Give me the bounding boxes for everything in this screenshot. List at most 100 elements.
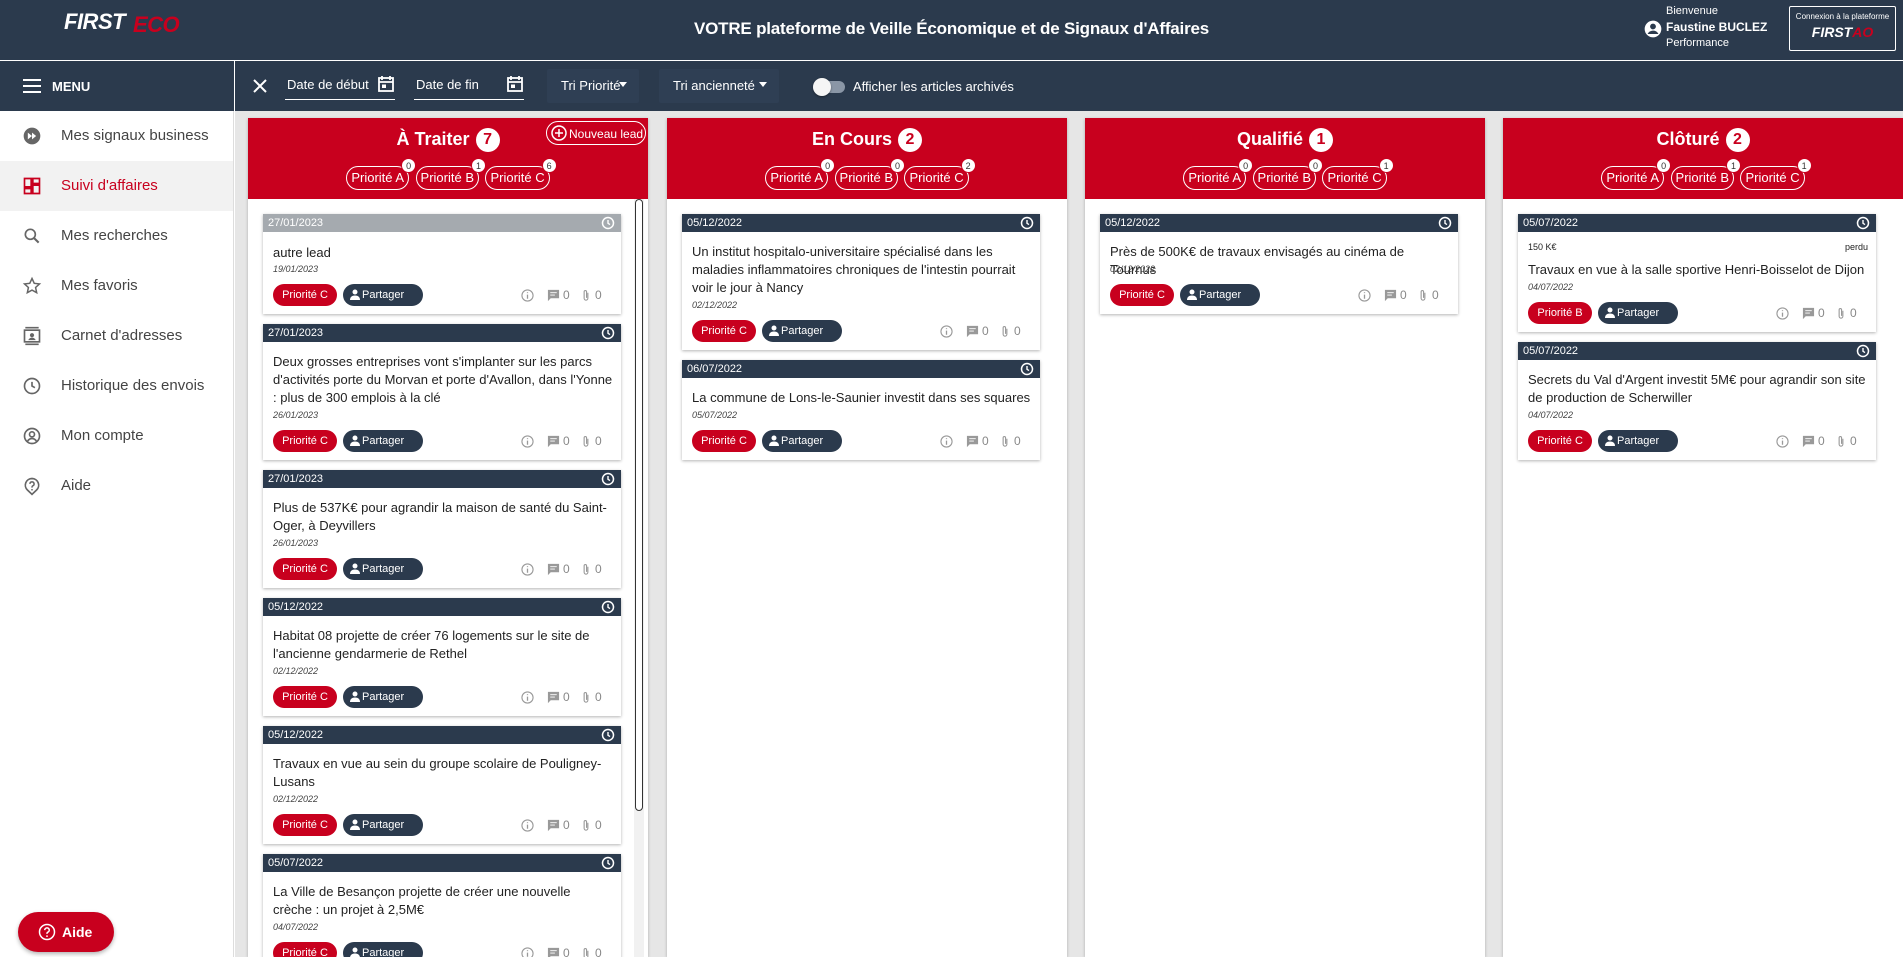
priority-badge[interactable]: Priorité B (1528, 302, 1592, 324)
info-icon[interactable] (940, 435, 953, 448)
info-icon[interactable] (521, 691, 534, 704)
share-button[interactable]: Partager (762, 320, 842, 342)
share-button[interactable]: Partager (343, 430, 423, 452)
clock-icon[interactable] (601, 472, 615, 486)
connect-firstao-button[interactable]: Connexion à la plateforme FIRSTAO (1789, 6, 1896, 51)
comment-icon[interactable] (1384, 289, 1397, 302)
sidebar-item-compte[interactable]: Mon compte (0, 411, 233, 461)
lead-card[interactable]: 05/07/2022 La Ville de Besançon projette… (263, 854, 621, 957)
new-lead-button[interactable]: Nouveau lead (546, 121, 646, 145)
share-button[interactable]: Partager (343, 686, 423, 708)
priority-badge[interactable]: Priorité C (273, 814, 337, 836)
priority-c-chip[interactable]: Priorité C1 (1322, 158, 1394, 190)
clock-icon[interactable] (1020, 362, 1034, 376)
info-icon[interactable] (521, 435, 534, 448)
priority-badge[interactable]: Priorité C (273, 942, 337, 957)
share-button[interactable]: Partager (343, 284, 423, 306)
priority-badge[interactable]: Priorité C (692, 430, 756, 452)
priority-badge[interactable]: Priorité C (1528, 430, 1592, 452)
info-icon[interactable] (1776, 307, 1789, 320)
comment-icon[interactable] (547, 289, 560, 302)
priority-b-chip[interactable]: Priorité B0 (1252, 158, 1324, 190)
comment-icon[interactable] (547, 947, 560, 957)
comment-icon[interactable] (1802, 435, 1815, 448)
sidebar-item-favoris[interactable]: Mes favoris (0, 261, 233, 311)
attachment-icon[interactable] (580, 435, 592, 448)
priority-a-chip[interactable]: Priorité A0 (1183, 158, 1254, 190)
share-button[interactable]: Partager (1598, 302, 1678, 324)
scrollbar-thumb[interactable] (635, 199, 643, 811)
attachment-icon[interactable] (999, 435, 1011, 448)
attachment-icon[interactable] (580, 819, 592, 832)
sidebar-item-carnet[interactable]: Carnet d'adresses (0, 311, 233, 361)
attachment-icon[interactable] (1835, 307, 1847, 320)
priority-badge[interactable]: Priorité C (273, 558, 337, 580)
priority-badge[interactable]: Priorité C (1110, 284, 1174, 306)
share-button[interactable]: Partager (343, 814, 423, 836)
info-icon[interactable] (1358, 289, 1371, 302)
clock-icon[interactable] (1856, 344, 1870, 358)
attachment-icon[interactable] (580, 691, 592, 704)
comment-icon[interactable] (966, 325, 979, 338)
share-button[interactable]: Partager (343, 558, 423, 580)
attachment-icon[interactable] (580, 289, 592, 302)
lead-card[interactable]: 27/01/2023 autre lead 19/01/2023 Priorit… (263, 214, 621, 314)
clock-icon[interactable] (601, 216, 615, 230)
comment-icon[interactable] (547, 563, 560, 576)
share-button[interactable]: Partager (1598, 430, 1678, 452)
lead-card[interactable]: 06/07/2022 La commune de Lons-le-Saunier… (682, 360, 1040, 460)
priority-c-chip[interactable]: Priorité C6 (485, 158, 557, 190)
help-button[interactable]: Aide (18, 912, 114, 952)
clock-icon[interactable] (601, 600, 615, 614)
lead-card[interactable]: 27/01/2023 Plus de 537K€ pour agrandir l… (263, 470, 621, 588)
priority-badge[interactable]: Priorité C (273, 284, 337, 306)
attachment-icon[interactable] (580, 947, 592, 957)
clock-icon[interactable] (1856, 216, 1870, 230)
comment-icon[interactable] (547, 819, 560, 832)
sort-priority-select[interactable]: Tri Priorité (547, 69, 639, 103)
sidebar-item-historique[interactable]: Historique des envois (0, 361, 233, 411)
close-icon[interactable] (251, 77, 269, 95)
share-button[interactable]: Partager (762, 430, 842, 452)
comment-icon[interactable] (547, 435, 560, 448)
priority-c-chip[interactable]: Priorité C1 (1740, 158, 1812, 190)
priority-badge[interactable]: Priorité C (273, 686, 337, 708)
info-icon[interactable] (521, 947, 534, 957)
archived-toggle[interactable] (813, 78, 847, 96)
lead-card[interactable]: 05/12/2022 Près de 500K€ de travaux envi… (1100, 214, 1458, 314)
clock-icon[interactable] (601, 326, 615, 340)
sidebar-item-signaux[interactable]: Mes signaux business (0, 111, 233, 161)
lead-card[interactable]: 05/07/2022 150 K€ perdu Travaux en vue à… (1518, 214, 1876, 332)
clock-icon[interactable] (1020, 216, 1034, 230)
attachment-icon[interactable] (1417, 289, 1429, 302)
sidebar-item-recherches[interactable]: Mes recherches (0, 211, 233, 261)
priority-a-chip[interactable]: Priorité A0 (346, 158, 417, 190)
comment-icon[interactable] (966, 435, 979, 448)
user-block[interactable]: Bienvenue Faustine BUCLEZ Performance (1643, 5, 1773, 51)
menu-toggle[interactable]: MENU (0, 61, 234, 111)
info-icon[interactable] (1776, 435, 1789, 448)
lead-card[interactable]: 05/12/2022 Travaux en vue au sein du gro… (263, 726, 621, 844)
clock-icon[interactable] (601, 856, 615, 870)
sidebar-item-suivi[interactable]: Suivi d'affaires (0, 161, 233, 211)
priority-badge[interactable]: Priorité C (273, 430, 337, 452)
share-button[interactable]: Partager (343, 942, 423, 957)
priority-c-chip[interactable]: Priorité C2 (904, 158, 976, 190)
attachment-icon[interactable] (580, 563, 592, 576)
lead-card[interactable]: 05/07/2022 Secrets du Val d'Argent inves… (1518, 342, 1876, 460)
priority-a-chip[interactable]: Priorité A0 (1601, 158, 1672, 190)
attachment-icon[interactable] (999, 325, 1011, 338)
clock-icon[interactable] (1438, 216, 1452, 230)
info-icon[interactable] (940, 325, 953, 338)
info-icon[interactable] (521, 819, 534, 832)
lead-card[interactable]: 27/01/2023 Deux grosses entreprises vont… (263, 324, 621, 460)
priority-b-chip[interactable]: Priorité B1 (1670, 158, 1742, 190)
priority-badge[interactable]: Priorité C (692, 320, 756, 342)
lead-card[interactable]: 05/12/2022 Un institut hospitalo-univers… (682, 214, 1040, 350)
clock-icon[interactable] (601, 728, 615, 742)
comment-icon[interactable] (547, 691, 560, 704)
lead-card[interactable]: 05/12/2022 Habitat 08 projette de créer … (263, 598, 621, 716)
attachment-icon[interactable] (1835, 435, 1847, 448)
date-end-field[interactable]: Date de fin (414, 72, 524, 100)
sidebar-item-aide[interactable]: Aide (0, 461, 233, 511)
